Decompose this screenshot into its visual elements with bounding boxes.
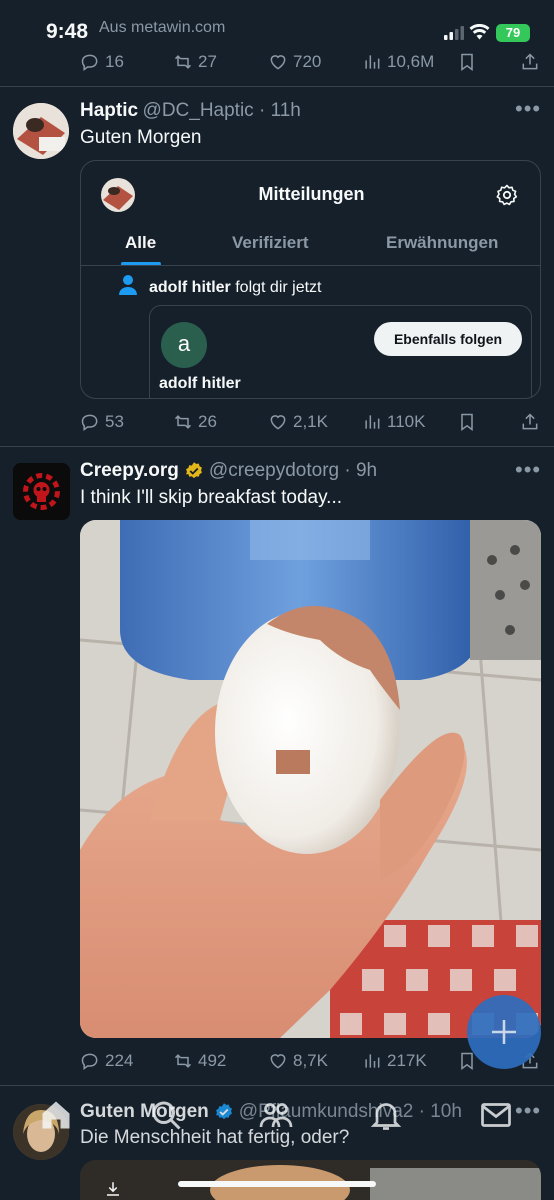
verified-badge-icon — [215, 1103, 232, 1120]
notif-user: adolf hitler — [149, 279, 231, 296]
tab-erwaehnungen: Erwähnungen — [386, 233, 499, 252]
tweet-text: I think I'll skip breakfast today... — [80, 487, 343, 508]
bookmark-icon — [461, 413, 473, 431]
tab-verifiziert: Verifiziert — [232, 233, 309, 252]
retweet-count: 26 — [198, 412, 217, 431]
reply-button[interactable]: 224 — [80, 1051, 133, 1071]
retweet-button[interactable]: 27 — [173, 52, 217, 72]
like-button[interactable]: 2,1K — [268, 412, 328, 432]
retweet-count: 492 — [198, 1051, 227, 1070]
share-icon — [522, 413, 538, 430]
compose-button[interactable] — [467, 995, 541, 1069]
like-button[interactable]: 720 — [268, 52, 321, 72]
view-count: 217K — [387, 1051, 427, 1070]
tab-messages[interactable] — [478, 1097, 514, 1133]
like-button[interactable]: 8,7K — [268, 1051, 328, 1071]
tweet-text: Guten Morgen — [80, 127, 202, 148]
divider — [0, 86, 554, 87]
author-name[interactable]: Haptic — [80, 100, 138, 121]
avatar[interactable] — [13, 463, 70, 520]
author-name[interactable]: Creepy.org — [80, 460, 179, 482]
tweet-photo[interactable] — [80, 1160, 541, 1200]
reply-count: 224 — [105, 1051, 134, 1070]
reply-count: 16 — [105, 52, 124, 71]
person-icon — [118, 274, 138, 296]
back-to-app-link[interactable]: Aus metawin.com — [99, 19, 225, 37]
reply-icon — [81, 1053, 98, 1070]
home-icon — [42, 1101, 70, 1129]
reply-icon — [81, 414, 98, 431]
status-time: 9:48 — [46, 20, 89, 43]
more-options-icon[interactable]: ••• — [515, 96, 541, 122]
card-title: Mitteilungen — [258, 184, 365, 204]
reply-count: 53 — [105, 412, 124, 431]
author-name[interactable]: Guten Morgen — [80, 1101, 209, 1123]
communities-icon — [259, 1103, 293, 1128]
views-button[interactable]: 110K — [362, 412, 425, 432]
profile-name: adolf hitler — [159, 375, 241, 392]
views-icon — [365, 1054, 380, 1068]
retweet-button[interactable]: 26 — [173, 412, 217, 432]
heart-icon — [270, 55, 286, 70]
share-icon — [522, 53, 538, 70]
bookmark-icon — [461, 53, 473, 71]
share-button[interactable] — [520, 52, 540, 72]
like-count: 2,1K — [293, 412, 328, 431]
tab-notifications[interactable] — [368, 1097, 404, 1133]
settings-gear-icon — [495, 183, 519, 207]
reply-icon — [81, 54, 98, 71]
view-count: 110K — [387, 412, 426, 431]
heart-icon — [270, 415, 286, 430]
mail-icon — [481, 1103, 511, 1127]
more-options-icon[interactable]: ••• — [515, 457, 541, 483]
battery-indicator: 79 — [496, 24, 530, 42]
retweet-count: 27 — [198, 52, 217, 71]
bookmark-button[interactable] — [457, 412, 477, 432]
tweet-actions-top: 16 27 720 10,6M — [80, 52, 540, 76]
verified-badge-icon — [185, 462, 202, 479]
retweet-icon — [174, 55, 192, 69]
author-handle[interactable]: @DC_Haptic · 11h — [143, 100, 301, 121]
plus-icon — [492, 1020, 516, 1044]
reply-button[interactable]: 53 — [80, 412, 124, 432]
heart-icon — [270, 1054, 286, 1069]
author-handle[interactable]: @creepydotorg · 9h — [209, 460, 377, 482]
divider — [0, 1085, 554, 1086]
follow-back-button: Ebenfalls folgen — [374, 322, 522, 356]
reply-button[interactable]: 16 — [80, 52, 124, 72]
retweet-button[interactable]: 492 — [173, 1051, 226, 1071]
notification-card[interactable]: Mitteilungen Alle Verifiziert Erwähnunge… — [80, 160, 541, 399]
views-button[interactable]: 10,6M — [362, 52, 434, 72]
tab-communities[interactable] — [258, 1097, 294, 1133]
bookmark-button[interactable] — [457, 52, 477, 72]
wifi-icon — [469, 24, 490, 40]
tab-alle: Alle — [125, 233, 157, 252]
download-icon[interactable] — [104, 1180, 122, 1198]
home-indicator — [178, 1181, 376, 1187]
notif-text: folgt dir jetzt — [235, 279, 322, 296]
share-button[interactable] — [520, 412, 540, 432]
retweet-icon — [174, 415, 192, 429]
like-count: 8,7K — [293, 1051, 328, 1070]
tweet-text: Die Menschheit hat fertig, oder? — [80, 1127, 350, 1148]
tweet-actions: 53 26 2,1K 110K — [80, 412, 540, 436]
avatar[interactable] — [13, 103, 69, 159]
signal-icon — [444, 26, 464, 40]
views-button[interactable]: 217K — [362, 1051, 427, 1071]
retweet-icon — [174, 1054, 192, 1068]
search-icon — [152, 1101, 181, 1130]
view-count: 10,6M — [387, 52, 435, 71]
views-icon — [365, 55, 380, 69]
divider — [0, 446, 554, 447]
tab-search[interactable] — [148, 1097, 184, 1133]
like-count: 720 — [293, 52, 322, 71]
profile-avatar: a — [161, 322, 207, 368]
more-options-icon[interactable]: ••• — [515, 1098, 541, 1124]
tab-home[interactable] — [38, 1097, 74, 1133]
views-icon — [365, 415, 380, 429]
bell-icon — [370, 1103, 402, 1130]
tweet-photo[interactable] — [80, 520, 541, 1038]
card-divider — [81, 265, 540, 266]
